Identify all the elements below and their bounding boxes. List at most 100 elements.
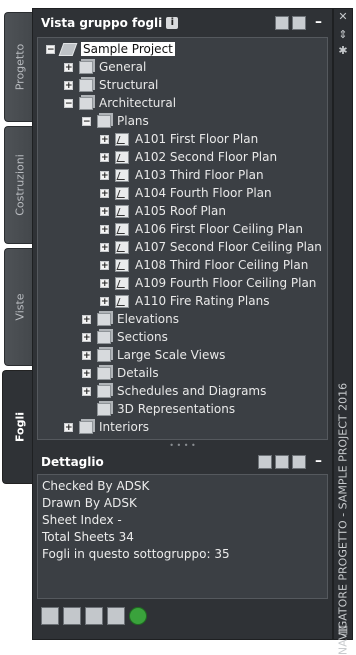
auto-hide-icon[interactable]: ⇕ <box>337 29 349 41</box>
expand-toggle[interactable]: + <box>82 368 91 378</box>
sheet-view-icon[interactable] <box>275 16 289 30</box>
tree-node[interactable]: + Interiors <box>64 418 149 436</box>
group-icon <box>79 96 93 110</box>
sheet-icon <box>115 258 129 272</box>
tree-node[interactable]: + A102 Second Floor Plan <box>100 148 277 166</box>
tree-node[interactable]: + A103 Third Floor Plan <box>100 166 264 184</box>
expand-toggle[interactable]: + <box>100 170 109 180</box>
tree-node[interactable]: + General <box>64 58 146 76</box>
tree-node-label: General <box>99 60 147 74</box>
sheetset-icon <box>58 42 78 56</box>
tree-node[interactable]: + Structural <box>64 76 158 94</box>
panel-splitter-handle[interactable]: • • • • <box>37 442 328 450</box>
expand-toggle[interactable]: + <box>100 188 109 198</box>
palette-menu-icon[interactable]: ▤ <box>337 624 349 636</box>
detail-line: Total Sheets 34 <box>42 530 134 544</box>
tree-node-label: Plans <box>117 114 149 128</box>
sheet-set-palette: Vista gruppo fogli i – − Sample Project + G… <box>32 8 333 640</box>
detail-line: Fogli in questo sottogruppo: 35 <box>42 547 230 561</box>
tree-node[interactable]: + Elevations <box>82 310 179 328</box>
collapse-details-panel-button[interactable]: – <box>315 453 322 469</box>
tree-node-label: A107 Second Floor Ceiling Plan <box>135 240 322 254</box>
model-view-icon[interactable] <box>292 16 306 30</box>
expand-toggle[interactable]: + <box>64 62 73 72</box>
expand-toggle[interactable]: + <box>64 422 73 432</box>
tree-node[interactable]: + Details <box>82 364 159 382</box>
tree-node[interactable]: + Schedules and Diagrams <box>82 382 266 400</box>
tree-node-label: Architectural <box>99 96 177 110</box>
tree-node-label: A109 Fourth Floor Ceiling Plan <box>135 276 317 290</box>
detail-line: Drawn By ADSK <box>42 496 137 510</box>
tree-node[interactable]: − Sample Project <box>46 40 175 58</box>
details-icon[interactable] <box>275 455 289 469</box>
tab-viste[interactable]: Viste <box>4 248 34 366</box>
tree-node[interactable]: + A107 Second Floor Ceiling Plan <box>100 238 322 256</box>
tree-node[interactable]: + A109 Fourth Floor Ceiling Plan <box>100 274 316 292</box>
new-sheet-icon[interactable] <box>63 607 81 625</box>
tree-node[interactable]: + A101 First Floor Plan <box>100 130 258 148</box>
expand-toggle[interactable]: + <box>100 206 109 216</box>
expand-toggle[interactable]: + <box>100 242 109 252</box>
collapse-toggle[interactable]: − <box>46 44 55 54</box>
expand-toggle[interactable]: + <box>82 386 91 396</box>
sheet-panel-title: Vista gruppo fogli <box>41 16 163 30</box>
sheet-tree[interactable]: − Sample Project + General + Structural − Archi… <box>37 37 328 440</box>
collapse-sheet-panel-button[interactable]: – <box>315 14 322 30</box>
thumbnail-icon[interactable] <box>292 455 306 469</box>
collapse-toggle[interactable]: − <box>82 116 91 126</box>
tab-fogli[interactable]: Fogli <box>2 370 36 484</box>
expand-toggle[interactable]: + <box>82 314 91 324</box>
sheet-list-icon[interactable] <box>107 607 125 625</box>
tree-node-label: A104 Fourth Floor Plan <box>135 186 272 200</box>
expand-toggle[interactable]: + <box>82 350 91 360</box>
tab-label: Progetto <box>13 43 26 91</box>
sheet-icon <box>115 186 129 200</box>
tab-progetto[interactable]: Progetto <box>4 12 34 122</box>
info-icon[interactable]: i <box>166 17 179 29</box>
tree-node[interactable]: − Plans <box>82 112 149 130</box>
window-title: NAVIGATORE PROGETTO - SAMPLE PROJECT 201… <box>336 382 350 655</box>
sheet-icon <box>115 276 129 290</box>
tree-node[interactable]: + A104 Fourth Floor Plan <box>100 184 272 202</box>
tree-node[interactable]: + A105 Roof Plan <box>100 202 226 220</box>
tree-node-label: A103 Third Floor Plan <box>135 168 264 182</box>
group-icon <box>79 420 93 434</box>
details-panel-header: Dettaglio – <box>37 452 328 472</box>
preview-icon[interactable] <box>258 455 272 469</box>
group-icon <box>97 384 111 398</box>
close-icon[interactable]: ✕ <box>337 11 349 23</box>
group-icon <box>97 312 111 326</box>
globe-icon[interactable] <box>41 607 59 625</box>
properties-icon[interactable]: ✱ <box>337 45 349 57</box>
view-sheet-icon[interactable] <box>85 607 103 625</box>
expand-toggle[interactable]: + <box>100 278 109 288</box>
vertical-tab-strip: Progetto Costruzioni Viste Fogli <box>0 8 36 646</box>
tree-node-label: Structural <box>99 78 159 92</box>
expand-toggle[interactable]: + <box>100 224 109 234</box>
tree-node-label: A106 First Floor Ceiling Plan <box>135 222 303 236</box>
tree-node[interactable]: 3D Representations <box>82 400 235 418</box>
sheet-icon <box>115 132 129 146</box>
expand-toggle[interactable]: + <box>100 260 109 270</box>
expand-toggle[interactable]: + <box>100 134 109 144</box>
expand-toggle[interactable]: + <box>64 80 73 90</box>
tree-node[interactable]: + A106 First Floor Ceiling Plan <box>100 220 303 238</box>
expand-toggle[interactable]: + <box>100 296 109 306</box>
refresh-icon[interactable] <box>129 607 147 625</box>
details-toolbar <box>258 455 306 469</box>
tree-node[interactable]: − Architectural <box>64 94 176 112</box>
tree-node[interactable]: + A108 Third Floor Ceiling Plan <box>100 256 308 274</box>
sheet-icon <box>115 204 129 218</box>
tree-node[interactable]: + A110 Fire Rating Plans <box>100 292 269 310</box>
expand-toggle[interactable]: + <box>82 332 91 342</box>
collapse-toggle[interactable]: − <box>64 98 73 108</box>
tree-node[interactable]: + Sections <box>82 328 168 346</box>
tab-costruzioni[interactable]: Costruzioni <box>4 126 34 244</box>
expand-toggle[interactable]: + <box>100 152 109 162</box>
tree-node-label: A108 Third Floor Ceiling Plan <box>135 258 309 272</box>
tree-node[interactable]: + Large Scale Views <box>82 346 225 364</box>
tree-node-label: Sections <box>117 330 168 344</box>
tab-label: Fogli <box>13 411 26 443</box>
tree-node-label: A101 First Floor Plan <box>135 132 259 146</box>
palette-title-bar[interactable]: ✕ ⇕ ✱ NAVIGATORE PROGETTO - SAMPLE PROJE… <box>333 8 353 655</box>
